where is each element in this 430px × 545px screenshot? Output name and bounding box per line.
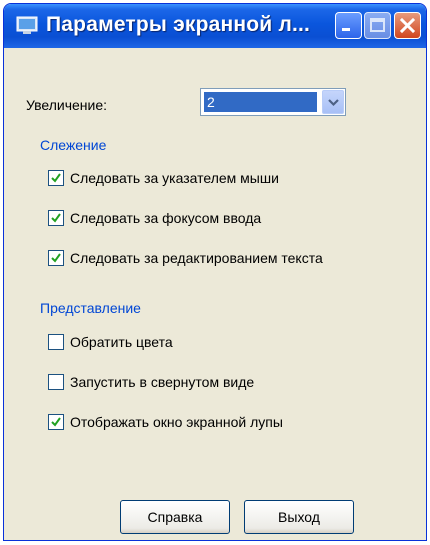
follow-text-editing-option[interactable]: Следовать за редактированием текста bbox=[48, 248, 323, 268]
show-magnifier-checkbox[interactable] bbox=[48, 414, 64, 430]
magnification-value: 2 bbox=[204, 92, 317, 112]
magnification-select[interactable]: 2 bbox=[200, 88, 346, 116]
tracking-group-label: Слежение bbox=[40, 137, 107, 153]
follow-focus-label: Следовать за фокусом ввода bbox=[70, 210, 262, 226]
minimize-button[interactable] bbox=[335, 12, 362, 39]
checkmark-icon bbox=[51, 417, 61, 427]
start-minimized-label: Запустить в свернутом виде bbox=[70, 374, 255, 390]
close-button[interactable] bbox=[394, 12, 421, 39]
minimize-icon bbox=[342, 28, 350, 31]
checkmark-icon bbox=[51, 213, 61, 223]
follow-mouse-option[interactable]: Следовать за указателем мыши bbox=[48, 168, 279, 188]
invert-colors-checkbox[interactable] bbox=[48, 334, 64, 350]
checkmark-icon bbox=[51, 173, 61, 183]
follow-mouse-checkbox[interactable] bbox=[48, 170, 64, 186]
invert-colors-option[interactable]: Обратить цвета bbox=[48, 332, 173, 352]
start-minimized-option[interactable]: Запустить в свернутом виде bbox=[48, 372, 254, 392]
chevron-down-icon bbox=[328, 99, 339, 107]
invert-colors-label: Обратить цвета bbox=[70, 334, 173, 350]
maximize-icon bbox=[370, 18, 385, 32]
presentation-group-label: Представление bbox=[40, 300, 141, 316]
checkmark-icon bbox=[51, 253, 61, 263]
follow-focus-option[interactable]: Следовать за фокусом ввода bbox=[48, 208, 261, 228]
magnifier-settings-window: Параметры экранной л... Увеличение: 2 Сл bbox=[3, 3, 427, 541]
follow-text-editing-label: Следовать за редактированием текста bbox=[70, 250, 323, 266]
exit-button[interactable]: Выход bbox=[244, 500, 354, 534]
follow-text-editing-checkbox[interactable] bbox=[48, 250, 64, 266]
follow-focus-checkbox[interactable] bbox=[48, 210, 64, 226]
show-magnifier-option[interactable]: Отображать окно экранной лупы bbox=[48, 412, 283, 432]
title-bar[interactable]: Параметры экранной л... bbox=[4, 4, 426, 48]
magnifier-app-icon bbox=[16, 16, 38, 34]
window-title: Параметры экранной л... bbox=[46, 13, 311, 36]
show-magnifier-label: Отображать окно экранной лупы bbox=[70, 414, 283, 430]
help-button[interactable]: Справка bbox=[120, 500, 230, 534]
maximize-button bbox=[364, 12, 391, 39]
close-icon bbox=[399, 17, 416, 34]
start-minimized-checkbox[interactable] bbox=[48, 374, 64, 390]
follow-mouse-label: Следовать за указателем мыши bbox=[70, 170, 279, 186]
magnification-label: Увеличение: bbox=[26, 97, 108, 113]
magnification-dropdown-button[interactable] bbox=[322, 90, 344, 114]
